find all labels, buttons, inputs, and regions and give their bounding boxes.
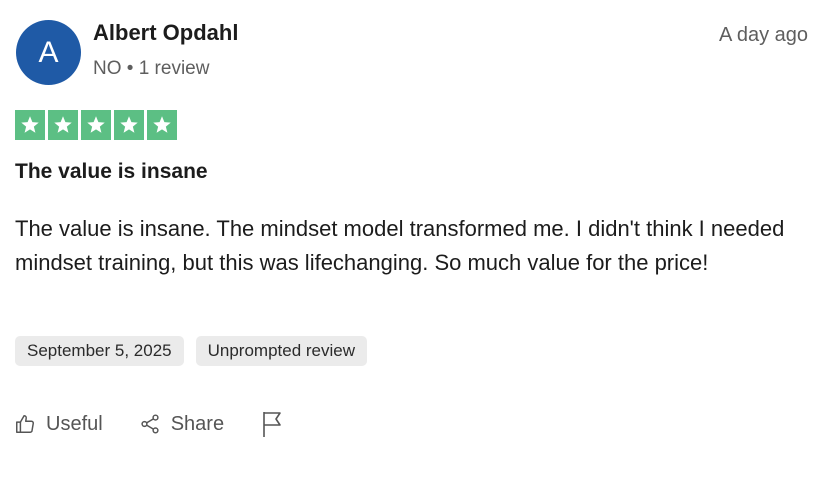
- star-icon: [81, 110, 111, 140]
- share-button[interactable]: Share: [139, 413, 224, 436]
- review-type-tag: Unprompted review: [195, 336, 368, 366]
- useful-button[interactable]: Useful: [14, 413, 103, 436]
- review-body: The value is insane. The mindset model t…: [15, 216, 785, 275]
- star-rating: [15, 110, 177, 140]
- review-tags: September 5, 2025 Unprompted review: [15, 336, 368, 366]
- review-title: The value is insane: [15, 160, 208, 183]
- review-actions: Useful Share: [14, 410, 284, 438]
- share-icon: [139, 413, 161, 435]
- thumbs-up-icon: [14, 413, 36, 435]
- experience-date-tag: September 5, 2025: [15, 336, 184, 366]
- reviewer-meta: NO • 1 review: [93, 58, 210, 79]
- star-icon: [147, 110, 177, 140]
- star-icon: [15, 110, 45, 140]
- avatar[interactable]: A: [16, 20, 81, 85]
- share-label: Share: [170, 412, 225, 435]
- flag-icon: [260, 410, 284, 438]
- star-icon: [48, 110, 78, 140]
- reviewer-name[interactable]: Albert Opdahl: [93, 20, 238, 46]
- avatar-initial: A: [38, 35, 59, 69]
- review-posted-ago: A day ago: [719, 24, 808, 46]
- useful-label: Useful: [46, 412, 103, 435]
- review-card: A Albert Opdahl NO • 1 review A day ago …: [0, 0, 828, 480]
- report-button[interactable]: [260, 410, 284, 438]
- star-icon: [114, 110, 144, 140]
